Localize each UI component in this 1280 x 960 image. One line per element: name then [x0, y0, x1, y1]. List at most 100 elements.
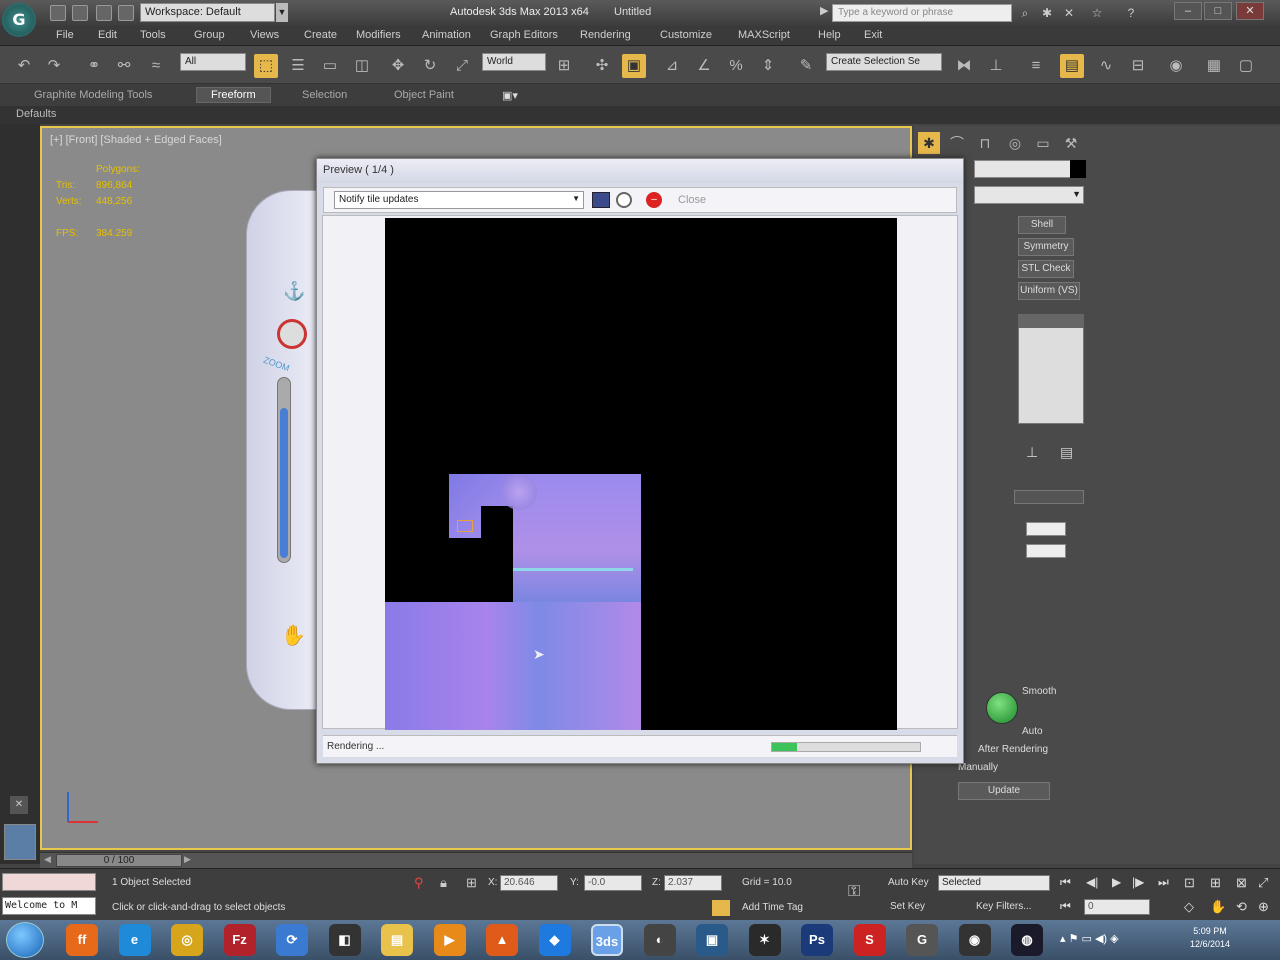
graphite-toggle-icon[interactable]: ▤	[1060, 54, 1084, 78]
select-object-icon[interactable]: ⬚	[254, 54, 278, 78]
search-arrow-icon[interactable]: ▶	[820, 4, 828, 17]
curve-editor-icon[interactable]: ∿	[1094, 54, 1118, 78]
add-time-tag-button[interactable]: Add Time Tag	[742, 902, 803, 913]
close-preview-button[interactable]: Close	[678, 194, 706, 206]
orbit-view-icon[interactable]: ⟲	[1236, 899, 1247, 915]
layer-manager-icon[interactable]: ≡	[1024, 54, 1048, 78]
help-icon[interactable]: ?	[1124, 6, 1138, 20]
object-name-field[interactable]	[974, 160, 1084, 178]
menu-rendering[interactable]: Rendering	[580, 29, 631, 41]
menu-help[interactable]: Help	[818, 29, 841, 41]
tray-icons[interactable]: ▴ ⚑ ▭ ◀) ◈	[1060, 932, 1119, 945]
next-frame-icon[interactable]: |▶	[1132, 875, 1144, 889]
start-button[interactable]	[6, 922, 44, 958]
modifier-list-dropdown[interactable]: ▼	[974, 186, 1084, 204]
taskbar-firefox-icon[interactable]: ff	[66, 924, 98, 956]
help-search-input[interactable]: Type a keyword or phrase	[832, 4, 1012, 22]
percent-snap-icon[interactable]: %	[724, 54, 748, 78]
select-by-name-icon[interactable]: ☰	[286, 54, 310, 78]
spinner-snap-icon[interactable]: ⇕	[756, 54, 780, 78]
viewport-label[interactable]: [+] [Front] [Shaded + Edged Faces]	[50, 134, 222, 146]
taskbar-ie-icon[interactable]: e	[118, 924, 151, 956]
angle-snap-icon[interactable]: ∠	[692, 54, 716, 78]
zoom-slider[interactable]	[277, 377, 291, 563]
reference-coordinate-dropdown[interactable]: World	[482, 53, 546, 71]
time-tag-icon[interactable]	[712, 900, 730, 916]
key-mode-icon[interactable]: ⏮	[1060, 899, 1071, 914]
lock-selection-icon[interactable]: 🔒︎	[440, 875, 447, 891]
keyboard-shortcut-override-icon[interactable]: ▣	[622, 54, 646, 78]
min-max-toggle-icon[interactable]: ⊕	[1258, 899, 1269, 915]
taskbar-photoshop-icon[interactable]: Ps	[801, 924, 833, 956]
minimize-button[interactable]: –	[1174, 2, 1202, 20]
isolate-selection-icon[interactable]: ⚲	[414, 875, 424, 891]
modifier-shell-button[interactable]: Shell	[1018, 216, 1066, 234]
selection-filter-dropdown[interactable]: All	[180, 53, 246, 71]
previous-frame-icon[interactable]: ◀|	[1086, 875, 1098, 889]
exchange-icon[interactable]: ✕	[1062, 6, 1076, 20]
menu-modifiers[interactable]: Modifiers	[356, 29, 401, 41]
play-icon[interactable]: ▶	[1112, 875, 1121, 889]
menu-maxscript[interactable]: MAXScript	[738, 29, 790, 41]
menu-tools[interactable]: Tools	[140, 29, 166, 41]
taskbar-ribbon-icon[interactable]: ◐	[643, 924, 676, 956]
modify-tab-icon[interactable]: ⌒	[946, 132, 968, 154]
menu-views[interactable]: Views	[250, 29, 279, 41]
param-spinner-1[interactable]	[1026, 522, 1066, 536]
auto-key-button[interactable]: Auto Key	[888, 877, 929, 888]
zoom-all-icon[interactable]: ⊞	[1210, 875, 1221, 891]
taskbar-app5-icon[interactable]: ◍	[1011, 924, 1043, 956]
render-frame-icon[interactable]: ▢	[1234, 54, 1258, 78]
taskbar-app3-icon[interactable]: G	[906, 924, 938, 956]
display-tab-icon[interactable]: ▭	[1032, 132, 1054, 154]
tab-object-paint[interactable]: Object Paint	[394, 89, 454, 101]
menu-customize[interactable]: Customize	[660, 29, 712, 41]
utilities-tab-icon[interactable]: ⚒	[1060, 132, 1082, 154]
undo-icon[interactable]: ↶	[12, 54, 36, 78]
time-next-icon[interactable]: ▶	[184, 854, 191, 865]
taskbar-chrome-icon[interactable]: ◎	[171, 924, 203, 956]
schematic-view-icon[interactable]: ⊟	[1126, 54, 1150, 78]
taskbar-3dsmax-active-icon[interactable]: 3ds	[591, 924, 623, 956]
set-key-button[interactable]: Set Key	[890, 901, 925, 912]
preview-title[interactable]: Preview ( 1/4 )	[317, 159, 963, 183]
rollout-header[interactable]	[1014, 490, 1084, 504]
taskbar-blender-icon[interactable]: ✶	[748, 924, 781, 956]
maxscript-mini-listener[interactable]: Welcome to M	[2, 897, 96, 915]
modifier-stack-list[interactable]	[1018, 314, 1084, 424]
time-slider-thumb[interactable]: 0 / 100	[56, 854, 182, 867]
communication-icon[interactable]: ✱	[1040, 6, 1054, 20]
maximize-viewport-icon[interactable]: ⤢	[1258, 875, 1268, 891]
go-to-start-icon[interactable]: ⏮	[1060, 875, 1071, 890]
taskbar-explorer-icon[interactable]: ▤	[381, 924, 413, 956]
modifier-stack-selected-row[interactable]	[1018, 314, 1084, 328]
taskbar-ps-edit-icon[interactable]: ⟳	[276, 924, 308, 956]
close-panel-icon[interactable]: ✕	[10, 796, 28, 814]
rotate-icon[interactable]: ↻	[418, 54, 442, 78]
render-setup-icon[interactable]: ▦	[1202, 54, 1226, 78]
bind-space-warp-icon[interactable]: ≈	[144, 54, 168, 78]
chevron-down-icon[interactable]: ▼	[276, 3, 288, 22]
pan-view-icon[interactable]: ✋	[1210, 899, 1226, 915]
key-selection-dropdown[interactable]: Selected	[938, 875, 1050, 891]
binoculars-icon[interactable]: ⌕	[1018, 6, 1032, 20]
ribbon-options-icon[interactable]: ▣▾	[502, 89, 518, 102]
tab-selection[interactable]: Selection	[302, 89, 347, 101]
taskbar-app2-icon[interactable]: S	[853, 924, 886, 956]
orbit-icon[interactable]: ⚓	[283, 281, 305, 302]
menu-file[interactable]: File	[56, 29, 74, 41]
viewport-layout-button[interactable]	[4, 824, 36, 860]
time-prev-icon[interactable]: ◀	[44, 854, 51, 865]
key-filters-button[interactable]: Key Filters...	[976, 901, 1032, 912]
taskbar-media-icon[interactable]: ▶	[433, 924, 466, 956]
material-editor-icon[interactable]: ◉	[1164, 54, 1188, 78]
open-file-icon[interactable]	[72, 5, 88, 21]
display-channel-icon[interactable]	[592, 192, 610, 208]
menu-graph-editors[interactable]: Graph Editors	[490, 29, 558, 41]
z-coordinate-field[interactable]: 2.037	[664, 875, 722, 891]
app-logo-button[interactable]: G	[2, 3, 36, 37]
taskbar-dream-icon[interactable]: ▣	[696, 924, 728, 956]
move-icon[interactable]: ✥	[386, 54, 410, 78]
menu-group[interactable]: Group	[194, 29, 225, 41]
scale-icon[interactable]: ⤢	[450, 54, 474, 78]
